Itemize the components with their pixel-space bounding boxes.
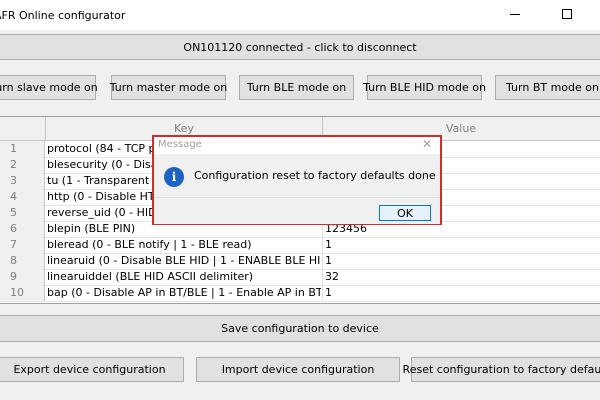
bt-mode-button[interactable]: Turn BT mode on: [495, 75, 600, 100]
cell-divider: [322, 253, 323, 269]
dialog-message: Configuration reset to factory defaults …: [194, 169, 436, 182]
row-number: 6: [0, 221, 45, 237]
row-number: 8: [0, 253, 45, 269]
row-value[interactable]: 1: [325, 237, 595, 253]
slave-mode-button-label: Turn slave mode on: [0, 81, 98, 94]
table-row[interactable]: 9 linearuiddel (BLE HID ASCII delimiter)…: [0, 269, 600, 286]
disconnect-button[interactable]: ON101120 connected - click to disconnect: [0, 34, 600, 60]
row-number: 7: [0, 237, 45, 253]
row-value[interactable]: 32: [325, 269, 595, 285]
master-mode-button[interactable]: Turn master mode on: [109, 75, 228, 100]
row-value[interactable]: 1: [325, 253, 595, 269]
import-configuration-button-label: Import device configuration: [221, 363, 375, 376]
close-icon[interactable]: ✕: [422, 137, 432, 151]
table-row[interactable]: 7 bleread (0 - BLE notify | 1 - BLE read…: [0, 237, 600, 254]
message-dialog: Message ✕ i Configuration reset to facto…: [152, 135, 442, 225]
info-icon: i: [164, 167, 184, 187]
dialog-titlebar: Message ✕: [154, 137, 440, 154]
import-configuration-button[interactable]: Import device configuration: [196, 357, 400, 382]
cell-divider: [322, 285, 323, 301]
row-key: bap (0 - Disable AP in BT/BLE | 1 - Enab…: [47, 286, 321, 299]
maximize-icon[interactable]: [562, 9, 572, 19]
table-row[interactable]: 10 bap (0 - Disable AP in BT/BLE | 1 - E…: [0, 285, 600, 302]
window-title: AFR Online configurator: [0, 9, 126, 22]
bt-mode-button-label: Turn BT mode on: [506, 81, 599, 94]
reset-configuration-button-label: Reset configuration to factory defaults: [402, 363, 600, 376]
row-number: 3: [0, 173, 45, 189]
save-configuration-button[interactable]: Save configuration to device: [0, 315, 600, 342]
window-titlebar: AFR Online configurator: [0, 0, 600, 30]
dialog-title: Message: [158, 139, 202, 150]
ok-button-label: OK: [397, 206, 413, 220]
minimize-icon[interactable]: [508, 7, 522, 21]
row-number: 2: [0, 157, 45, 173]
ble-hid-mode-button-label: Turn BLE HID mode on: [363, 81, 486, 94]
row-key: linearuid (0 - Disable BLE HID | 1 - ENA…: [47, 254, 321, 267]
row-number: 1: [0, 141, 45, 157]
master-mode-button-label: Turn master mode on: [109, 81, 228, 94]
row-number: 9: [0, 269, 45, 285]
slave-mode-button[interactable]: Turn slave mode on: [0, 75, 98, 100]
ok-button[interactable]: OK: [379, 205, 431, 221]
save-configuration-button-label: Save configuration to device: [221, 322, 379, 335]
cell-divider: [322, 269, 323, 285]
ble-hid-mode-button[interactable]: Turn BLE HID mode on: [363, 75, 486, 100]
cell-divider: [322, 237, 323, 253]
row-number: 5: [0, 205, 45, 221]
row-number: 4: [0, 189, 45, 205]
column-header-key[interactable]: Key: [46, 122, 322, 135]
reset-configuration-button[interactable]: Reset configuration to factory defaults: [403, 357, 600, 382]
row-key: bleread (0 - BLE notify | 1 - BLE read): [47, 238, 252, 251]
disconnect-button-label: ON101120 connected - click to disconnect: [183, 40, 417, 54]
table-row[interactable]: 8 linearuid (0 - Disable BLE HID | 1 - E…: [0, 253, 600, 270]
row-key: linearuiddel (BLE HID ASCII delimiter): [47, 270, 254, 283]
row-value[interactable]: 1: [325, 285, 595, 301]
ble-mode-button[interactable]: Turn BLE mode on: [239, 75, 354, 100]
export-configuration-button[interactable]: Export device configuration: [0, 357, 184, 382]
export-configuration-button-label: Export device configuration: [13, 363, 166, 376]
row-number: 10: [0, 285, 45, 301]
ble-mode-button-label: Turn BLE mode on: [246, 81, 347, 94]
column-header-value[interactable]: Value: [322, 122, 600, 135]
